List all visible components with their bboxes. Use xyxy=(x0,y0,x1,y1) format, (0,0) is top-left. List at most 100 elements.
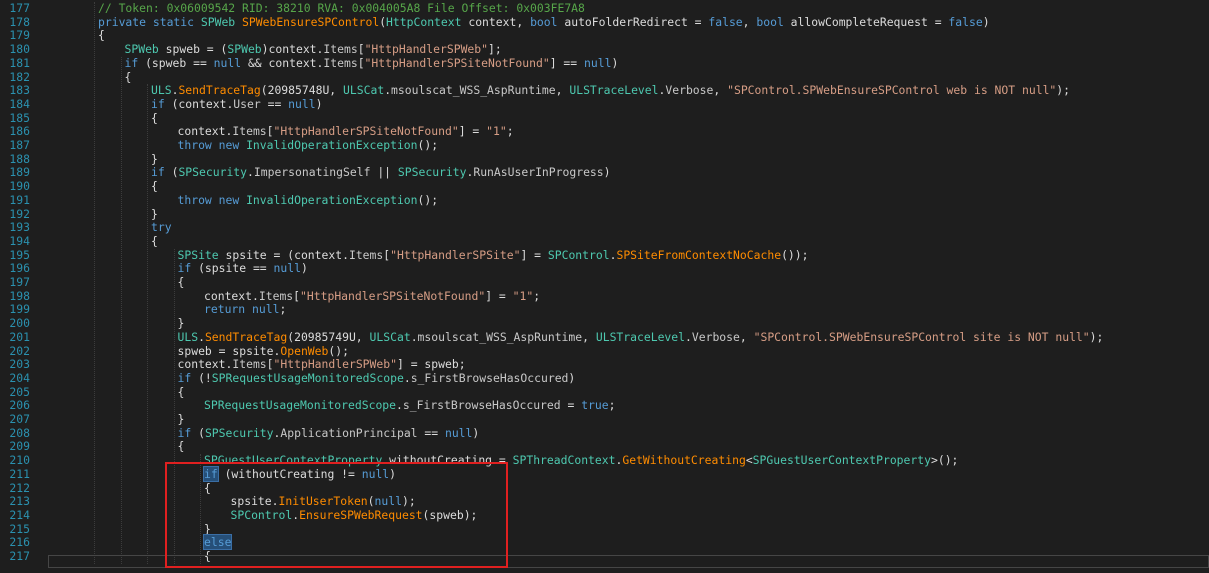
code-token: , xyxy=(713,83,728,98)
line-number: 210 xyxy=(9,453,30,468)
code-token: throw new xyxy=(177,138,247,152)
code-line-190[interactable]: 190 { xyxy=(0,179,1209,194)
code-token: ApplicationPrincipal xyxy=(280,425,418,440)
code-token: ULSCat xyxy=(369,329,411,344)
code-token: spweb = ( xyxy=(158,42,228,57)
line-number: 195 xyxy=(9,247,30,262)
code-line-179[interactable]: 179 { xyxy=(0,29,1209,43)
code-token: Items xyxy=(232,357,267,372)
code-token: spsite = (context. xyxy=(218,247,349,262)
line-number: 183 xyxy=(9,83,30,98)
code-token: . xyxy=(685,329,692,344)
code-token: ) xyxy=(568,370,576,385)
code-token: ); xyxy=(1056,83,1070,98)
code-text: { xyxy=(125,70,132,85)
line-number: 188 xyxy=(9,151,30,166)
line-number: 207 xyxy=(9,412,30,426)
code-token: SPWebEnsureSPControl xyxy=(242,14,380,29)
code-text: } xyxy=(151,207,158,222)
code-line-177[interactable]: 177 // Token: 0x06009542 RID: 38210 RVA: … xyxy=(0,1,1209,16)
code-line-195[interactable]: 195 SPSite spsite = (context.Items["HttpH… xyxy=(0,247,1209,263)
code-line-208[interactable]: 208 if (SPSecurity.ApplicationPrincipal =… xyxy=(0,425,1209,441)
code-token: [ xyxy=(357,55,365,70)
code-token: ULS xyxy=(151,83,172,98)
line-number: 184 xyxy=(9,96,30,111)
code-token: context. xyxy=(177,357,233,372)
code-token: RunAsUserInProgress xyxy=(473,165,604,180)
code-text: SPSite spsite = (context.Items["HttpHand… xyxy=(178,247,809,263)
line-number: 203 xyxy=(9,357,30,372)
code-token: null xyxy=(273,261,301,276)
code-line-197[interactable]: 197 { xyxy=(0,275,1209,290)
code-line-191[interactable]: 191 throw new InvalidOperationException()… xyxy=(0,193,1209,208)
code-token: if xyxy=(151,96,165,111)
code-token: )context. xyxy=(261,42,324,57)
code-line-183[interactable]: 183 ULS.SendTraceTag(20985748U, ULSCat.ms… xyxy=(0,83,1209,98)
line-number: 215 xyxy=(9,521,30,536)
code-token: User xyxy=(233,96,261,111)
code-line-203[interactable]: 203 context.Items["HttpHandlerSPWeb"] = s… xyxy=(0,357,1209,372)
code-token: [ xyxy=(293,288,301,303)
code-line-192[interactable]: 192} xyxy=(0,207,1209,222)
code-line-196[interactable]: 196 if (spsite == null) xyxy=(0,261,1209,276)
code-token: , xyxy=(555,83,570,98)
code-line-206[interactable]: 206 SPRequestUsageMonitoredScope.s_FirstB… xyxy=(0,398,1209,413)
code-line-202[interactable]: 202 spweb = spsite.OpenWeb(); xyxy=(0,343,1209,359)
code-text: } xyxy=(151,152,158,167)
line-number: 200 xyxy=(9,316,30,331)
code-token: ] = xyxy=(458,124,487,139)
code-line-186[interactable]: 186 context.Items["HttpHandlerSPSiteNotFo… xyxy=(0,124,1209,139)
line-number: 216 xyxy=(9,535,30,550)
code-text: throw new InvalidOperationException(); xyxy=(178,193,439,208)
code-line-198[interactable]: 198 context.Items["HttpHandlerSPSiteNotFo… xyxy=(0,288,1209,304)
code-token: } xyxy=(177,316,185,331)
code-line-209[interactable]: 209 { xyxy=(0,440,1209,454)
code-line-184[interactable]: 184 if (context.User == null) xyxy=(0,96,1209,112)
code-line-187[interactable]: 187 throw new InvalidOperationException()… xyxy=(0,138,1209,153)
code-token: context. xyxy=(177,124,233,139)
code-token: ULSTraceLevel xyxy=(595,329,686,344)
code-line-182[interactable]: 182 { xyxy=(0,69,1209,85)
code-line-201[interactable]: 201 ULS.SendTraceTag(20985749U, ULSCat.ms… xyxy=(0,329,1209,345)
code-token: ] = xyxy=(520,247,548,262)
indent-guide xyxy=(120,56,122,564)
line-number: 198 xyxy=(9,288,30,303)
code-line-178[interactable]: 178 private static SPWeb SPWebEnsureSPCon… xyxy=(0,14,1209,30)
code-token: { xyxy=(151,179,158,194)
code-line-189[interactable]: 189 if (SPSecurity.ImpersonatingSelf || S… xyxy=(0,166,1209,180)
code-token: && context. xyxy=(241,55,324,70)
line-number: 211 xyxy=(9,466,30,481)
line-number: 182 xyxy=(9,69,30,84)
code-token: null xyxy=(288,96,316,111)
code-token: (20985749U, xyxy=(287,329,370,344)
code-token: "HttpHandlerSPWeb" xyxy=(364,42,489,57)
code-token: try xyxy=(151,220,172,235)
code-token: , xyxy=(739,329,754,344)
code-line-193[interactable]: 193 try xyxy=(0,220,1209,235)
code-token: (); xyxy=(328,343,349,358)
code-line-180[interactable]: 180 SPWeb spweb = (SPWeb)context.Items["H… xyxy=(0,42,1209,57)
code-token: SPSecurity xyxy=(178,165,248,180)
code-editor[interactable]: 177 // Token: 0x06009542 RID: 38210 RVA: … xyxy=(0,0,1209,573)
code-line-194[interactable]: 194 { xyxy=(0,234,1209,249)
code-line-185[interactable]: 185 { xyxy=(0,111,1209,126)
code-token: ]; xyxy=(488,42,502,57)
code-line-205[interactable]: 205 { xyxy=(0,384,1209,400)
code-token: { xyxy=(177,384,185,399)
code-text: if (SPSecurity.ImpersonatingSelf || SPSe… xyxy=(151,166,611,180)
code-line-207[interactable]: 207} xyxy=(0,412,1209,427)
code-token: GetWithoutCreating xyxy=(622,453,746,468)
code-line-204[interactable]: 204 if (!SPRequestUsageMonitoredScope.s_F… xyxy=(0,370,1209,386)
line-number: 202 xyxy=(9,343,30,358)
code-line-188[interactable]: 188} xyxy=(0,151,1209,167)
code-token: , xyxy=(582,329,596,344)
code-token: autoFolderRedirect = xyxy=(557,14,709,29)
code-token: if xyxy=(151,165,165,180)
line-number: 212 xyxy=(9,480,30,495)
code-token: ImpersonatingSelf xyxy=(253,165,371,180)
code-line-199[interactable]: 199 return null; xyxy=(0,303,1209,317)
code-text: } xyxy=(177,412,185,427)
code-line-200[interactable]: 200} xyxy=(0,316,1209,331)
code-line-181[interactable]: 181 if (spweb == null && context.Items["H… xyxy=(0,55,1209,71)
code-token: } xyxy=(177,412,185,426)
